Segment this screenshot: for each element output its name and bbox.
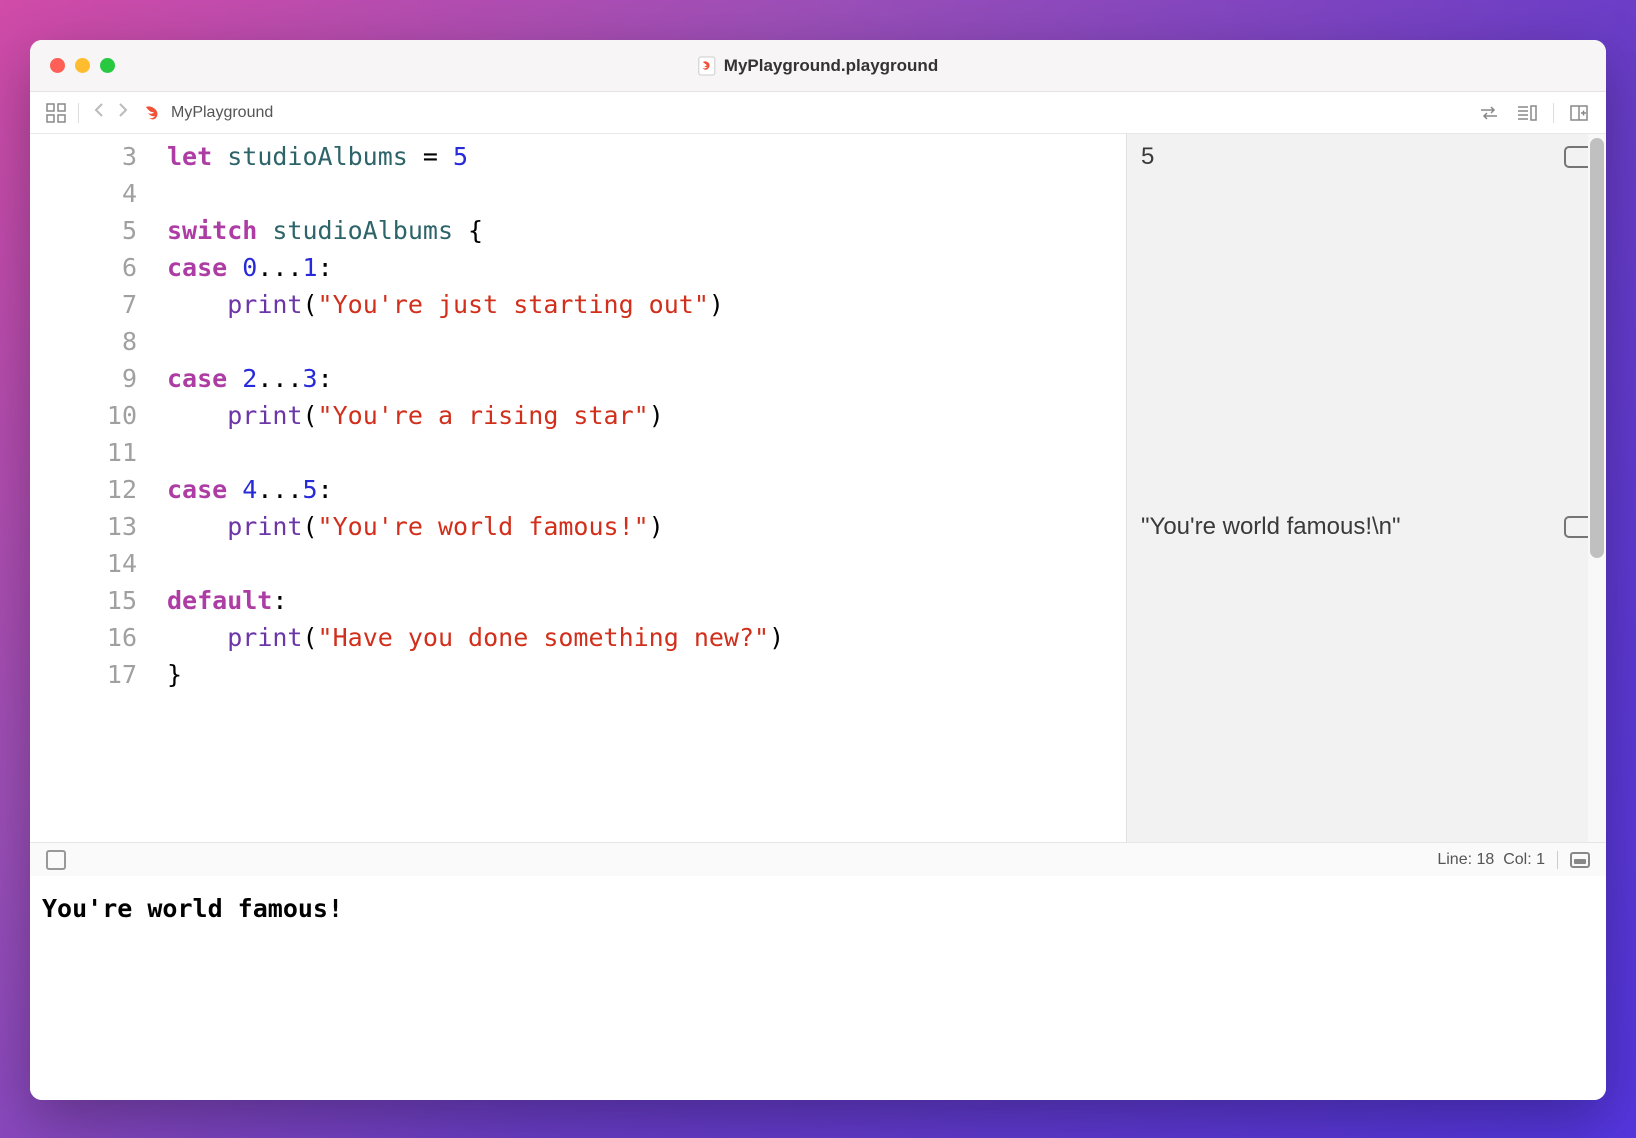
- status-bar: Line: 18 Col: 1: [30, 842, 1606, 876]
- code-line[interactable]: [167, 323, 1126, 360]
- debug-checkbox[interactable]: [46, 850, 66, 870]
- line-number: 15: [30, 582, 137, 619]
- xcode-playground-window: MyPlayground.playground: [30, 40, 1606, 1100]
- editor-area: 34567891011121314151617 let studioAlbums…: [30, 134, 1606, 842]
- result-row: [1127, 360, 1606, 397]
- result-row: 5: [1127, 138, 1606, 175]
- scrollbar-thumb[interactable]: [1590, 138, 1604, 558]
- line-number: 11: [30, 434, 137, 471]
- result-row: [1127, 212, 1606, 249]
- zoom-button[interactable]: [100, 58, 115, 73]
- line-number: 6: [30, 249, 137, 286]
- line-number: 4: [30, 175, 137, 212]
- result-row: [1127, 471, 1606, 508]
- window-title: MyPlayground.playground: [698, 56, 938, 76]
- code-line[interactable]: [167, 545, 1126, 582]
- result-row: "You're world famous!\n": [1127, 508, 1606, 545]
- result-row: [1127, 286, 1606, 323]
- code-line[interactable]: print("You're just starting out"): [167, 286, 1126, 323]
- window-controls: [50, 58, 115, 73]
- line-number: 17: [30, 656, 137, 693]
- result-row: [1127, 175, 1606, 212]
- line-number: 10: [30, 397, 137, 434]
- line-number: 9: [30, 360, 137, 397]
- breadcrumb[interactable]: MyPlayground: [143, 103, 273, 123]
- code-line[interactable]: case 0...1:: [167, 249, 1126, 286]
- result-row: [1127, 545, 1606, 582]
- result-row: [1127, 656, 1606, 693]
- console-text: You're world famous!: [42, 894, 343, 923]
- related-items-icon[interactable]: [44, 101, 68, 125]
- scrollbar-track[interactable]: [1588, 134, 1606, 842]
- code-line[interactable]: case 2...3:: [167, 360, 1126, 397]
- status-right: Line: 18 Col: 1: [1437, 851, 1590, 869]
- toolbar-separator: [1553, 103, 1554, 123]
- code-line[interactable]: let studioAlbums = 5: [167, 138, 1126, 175]
- console-output[interactable]: You're world famous!: [30, 876, 1606, 1100]
- code-line[interactable]: case 4...5:: [167, 471, 1126, 508]
- result-row: [1127, 249, 1606, 286]
- add-editor-icon[interactable]: [1568, 101, 1592, 125]
- code-line[interactable]: print("You're world famous!"): [167, 508, 1126, 545]
- toolbar-separator: [78, 103, 79, 123]
- toolbar-right: [1477, 101, 1592, 125]
- back-button[interactable]: [89, 102, 109, 123]
- result-row: [1127, 619, 1606, 656]
- breadcrumb-item: MyPlayground: [171, 104, 273, 122]
- results-sidebar: 5 "You're world famous!\n": [1126, 134, 1606, 842]
- window-title-bar[interactable]: MyPlayground.playground: [30, 40, 1606, 92]
- code-editor[interactable]: 34567891011121314151617 let studioAlbums…: [30, 134, 1126, 842]
- playground-file-icon: [698, 56, 716, 76]
- forward-button[interactable]: [113, 102, 133, 123]
- toolbar: MyPlayground: [30, 92, 1606, 134]
- code-line[interactable]: print("You're a rising star"): [167, 397, 1126, 434]
- line-number: 14: [30, 545, 137, 582]
- close-button[interactable]: [50, 58, 65, 73]
- result-row: [1127, 582, 1606, 619]
- code-line[interactable]: print("Have you done something new?"): [167, 619, 1126, 656]
- navigation-arrows: [89, 102, 133, 123]
- result-row: [1127, 323, 1606, 360]
- swap-icon[interactable]: [1477, 101, 1501, 125]
- line-number: 8: [30, 323, 137, 360]
- cursor-position: Line: 18 Col: 1: [1437, 851, 1545, 869]
- result-value: "You're world famous!\n": [1141, 513, 1401, 541]
- code-line[interactable]: }: [167, 656, 1126, 693]
- line-number: 12: [30, 471, 137, 508]
- editor-options-icon[interactable]: [1515, 101, 1539, 125]
- minimize-button[interactable]: [75, 58, 90, 73]
- line-number: 13: [30, 508, 137, 545]
- status-separator: [1557, 851, 1558, 869]
- line-number: 5: [30, 212, 137, 249]
- code-content[interactable]: let studioAlbums = 5 switch studioAlbums …: [155, 134, 1126, 842]
- line-number: 16: [30, 619, 137, 656]
- debug-area-toggle-icon[interactable]: [1570, 852, 1590, 868]
- code-line[interactable]: [167, 175, 1126, 212]
- line-number: 7: [30, 286, 137, 323]
- line-number-gutter: 34567891011121314151617: [30, 134, 155, 842]
- swift-icon: [143, 103, 163, 123]
- code-line[interactable]: default:: [167, 582, 1126, 619]
- code-line[interactable]: [167, 434, 1126, 471]
- result-row: [1127, 397, 1606, 434]
- line-number: 3: [30, 138, 137, 175]
- result-row: [1127, 434, 1606, 471]
- window-title-text: MyPlayground.playground: [724, 56, 938, 76]
- code-line[interactable]: switch studioAlbums {: [167, 212, 1126, 249]
- result-value: 5: [1141, 143, 1154, 171]
